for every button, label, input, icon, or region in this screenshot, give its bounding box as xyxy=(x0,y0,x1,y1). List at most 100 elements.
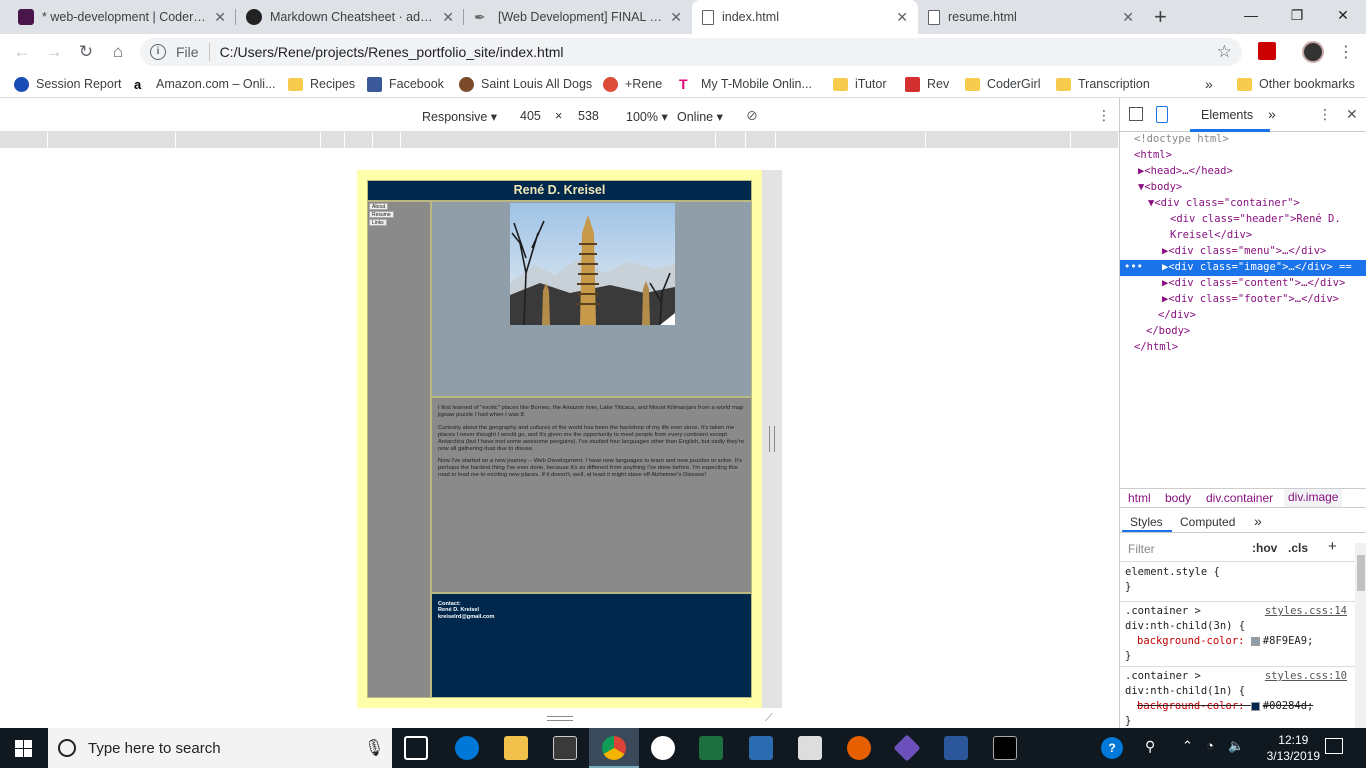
close-tab-icon[interactable]: ✕ xyxy=(214,9,226,26)
camera-icon[interactable] xyxy=(798,736,822,760)
dom-node[interactable]: <html> xyxy=(1120,148,1366,164)
dom-node[interactable]: </body> xyxy=(1120,324,1366,340)
close-devtools-icon[interactable]: ✕ xyxy=(1346,106,1358,123)
tray-chevron-icon[interactable]: ⌃ xyxy=(1182,738,1193,754)
breadcrumb-item[interactable]: div.container xyxy=(1206,491,1273,505)
dom-node[interactable]: Kreisel</div> xyxy=(1120,228,1366,244)
media-query-bar[interactable] xyxy=(0,132,1119,148)
dom-node[interactable]: ▶<head>…</head> xyxy=(1120,164,1366,180)
bookmark-star-icon[interactable]: ☆ xyxy=(1217,42,1232,62)
css-source-link[interactable]: styles.css:10 xyxy=(1265,669,1347,684)
info-icon[interactable]: i xyxy=(150,44,166,60)
browser-tab[interactable]: resume.html ✕ xyxy=(918,0,1144,34)
devtools-menu-kebab-icon[interactable]: ⋮ xyxy=(1318,106,1332,123)
inspect-element-icon[interactable] xyxy=(1129,107,1143,121)
url-text[interactable]: C:/Users/Rene/projects/Renes_portfolio_s… xyxy=(220,44,564,60)
home-icon[interactable]: ⌂ xyxy=(106,40,130,64)
bookmark-codergirl[interactable]: CoderGirl xyxy=(965,75,1041,93)
tab-styles[interactable]: Styles xyxy=(1130,515,1163,529)
chrome-taskbar-active[interactable] xyxy=(589,728,639,768)
zoom-select[interactable]: 100% ▾ xyxy=(626,109,668,124)
bookmark-itutor[interactable]: iTutor xyxy=(833,75,887,93)
git-icon[interactable] xyxy=(893,734,921,762)
footer-email[interactable]: kreiselrd@gmail.com xyxy=(438,614,745,620)
width-resize-handle[interactable] xyxy=(762,170,782,708)
bookmarks-overflow-button[interactable]: » xyxy=(1205,75,1213,93)
notifications-icon[interactable] xyxy=(1325,738,1343,754)
bookmark-transcription[interactable]: Transcription xyxy=(1056,75,1150,93)
close-tab-icon[interactable]: ✕ xyxy=(896,9,908,26)
more-styles-tabs[interactable]: » xyxy=(1254,513,1262,529)
more-panels-button[interactable]: » xyxy=(1268,106,1276,122)
menu-button-links[interactable]: Links xyxy=(369,219,387,226)
browser-tab[interactable]: Markdown Cheatsheet · adam ✕ xyxy=(236,0,464,34)
browser-tab[interactable]: ✒ [Web Development] FINAL SU ✕ xyxy=(464,0,692,34)
hp-icon[interactable] xyxy=(651,736,675,760)
close-window-button[interactable]: ✕ xyxy=(1320,0,1366,30)
dom-node[interactable]: </html> xyxy=(1120,340,1366,356)
css-value[interactable]: #8F9EA9; xyxy=(1263,635,1314,647)
help-icon[interactable]: ? xyxy=(1101,737,1123,759)
color-swatch[interactable] xyxy=(1250,636,1260,646)
breadcrumb-item[interactable]: body xyxy=(1165,491,1191,505)
wifi-icon[interactable]: ◔ xyxy=(1206,738,1214,753)
corner-resize-icon[interactable]: ⟋ xyxy=(765,712,773,725)
other-bookmarks[interactable]: Other bookmarks xyxy=(1237,75,1355,93)
css-property[interactable]: background-color: xyxy=(1137,700,1244,712)
acrobat-extension-icon[interactable] xyxy=(1258,42,1276,60)
device-options-kebab-icon[interactable]: ⋮ xyxy=(1097,107,1111,124)
forward-arrow-icon[interactable]: → xyxy=(42,40,66,64)
class-toggle-button[interactable]: .cls xyxy=(1288,541,1308,555)
close-tab-icon[interactable]: ✕ xyxy=(1122,9,1134,26)
css-value[interactable]: #00284d; xyxy=(1263,700,1314,712)
microphone-icon[interactable]: 🎙 xyxy=(364,738,384,758)
firefox-icon[interactable] xyxy=(847,736,871,760)
menu-button-about[interactable]: About xyxy=(369,203,389,210)
css-source-link[interactable]: styles.css:14 xyxy=(1265,604,1347,619)
css-property[interactable]: background-color: xyxy=(1137,635,1244,647)
excel-icon[interactable] xyxy=(699,736,723,760)
file-explorer-icon[interactable] xyxy=(504,736,528,760)
bookmark-tmobile[interactable]: T My T-Mobile Onlin... xyxy=(679,75,812,93)
tab-elements[interactable]: Elements xyxy=(1201,108,1253,122)
dom-node[interactable]: ▶<div class="menu">…</div> xyxy=(1120,244,1366,260)
browser-tab-active[interactable]: index.html ✕ xyxy=(692,0,918,34)
dom-node[interactable]: <div class="header">René D. xyxy=(1120,212,1366,228)
dom-node[interactable]: ▼<body> xyxy=(1120,180,1366,196)
menu-kebab-icon[interactable]: ⋮ xyxy=(1338,42,1354,62)
css-rule-1n[interactable]: styles.css:10 .container > div:nth-child… xyxy=(1120,666,1366,729)
height-input[interactable]: 538 xyxy=(578,109,599,123)
browser-tab[interactable]: * web-development | CoderGir ✕ xyxy=(8,0,236,34)
hover-state-button[interactable]: :hov xyxy=(1252,541,1277,555)
bookmark-google-plus[interactable]: +Rene xyxy=(603,75,662,93)
bookmark-amazon[interactable]: a Amazon.com – Onli... xyxy=(134,75,276,93)
terminal-icon[interactable] xyxy=(993,736,1017,760)
styles-filter-input[interactable]: Filter xyxy=(1128,542,1155,556)
restore-button[interactable]: ❐ xyxy=(1274,0,1320,30)
styles-scrollbar[interactable] xyxy=(1355,543,1366,728)
close-tab-icon[interactable]: ✕ xyxy=(670,9,682,26)
taskbar-search-box[interactable]: Type here to search 🎙 xyxy=(48,728,392,768)
color-swatch[interactable] xyxy=(1250,701,1260,711)
bookmark-session-report[interactable]: Session Report xyxy=(14,75,121,93)
tab-computed[interactable]: Computed xyxy=(1180,515,1235,529)
height-resize-handle[interactable]: ⟋ xyxy=(357,708,782,728)
css-rule-3n[interactable]: styles.css:14 .container > div:nth-child… xyxy=(1120,601,1366,664)
task-view-icon[interactable] xyxy=(404,736,428,760)
new-tab-button[interactable]: + xyxy=(1154,4,1167,30)
back-arrow-icon[interactable]: ← xyxy=(10,40,34,64)
network-select[interactable]: Online ▾ xyxy=(677,109,723,124)
device-toggle-icon[interactable] xyxy=(1156,106,1168,123)
store-icon[interactable] xyxy=(553,736,577,760)
rotate-icon[interactable]: ⊘ xyxy=(746,107,758,124)
edge-icon[interactable] xyxy=(455,736,479,760)
windows-start-icon[interactable] xyxy=(15,740,32,757)
volume-icon[interactable]: 🔈 xyxy=(1228,738,1244,754)
css-rule-element-style[interactable]: element.style { } xyxy=(1120,565,1366,595)
new-style-rule-button[interactable]: + xyxy=(1328,538,1337,555)
app-icon[interactable] xyxy=(749,736,773,760)
bookmark-facebook[interactable]: Facebook xyxy=(367,75,444,93)
avatar[interactable] xyxy=(1302,41,1324,63)
taskbar-clock[interactable]: 12:19 3/13/2019 xyxy=(1267,732,1320,764)
bookmark-rev[interactable]: Rev xyxy=(905,75,949,93)
